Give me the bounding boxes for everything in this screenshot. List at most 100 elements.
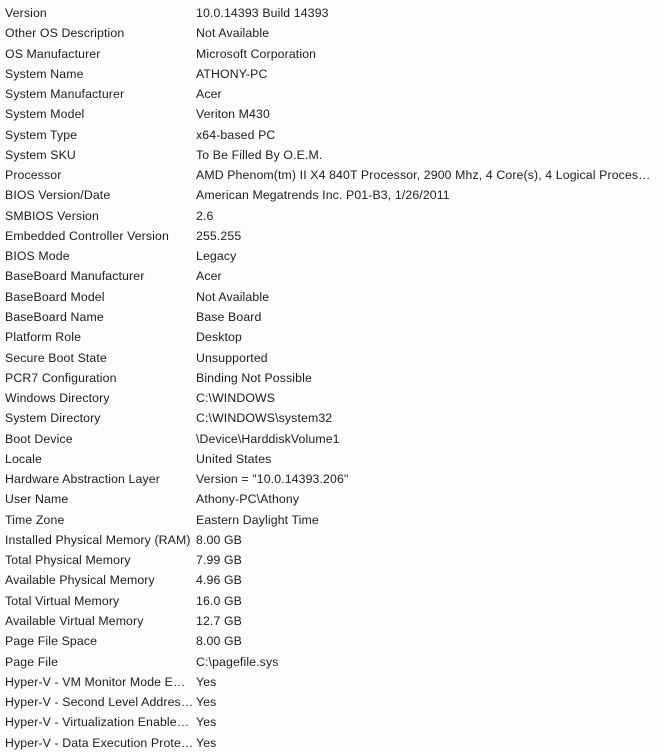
row-item-value: Acer — [196, 87, 222, 102]
row-item-value: Microsoft Corporation — [196, 46, 317, 61]
row-item-label: System Directory — [5, 411, 101, 426]
table-row[interactable]: Locale United States — [0, 449, 661, 469]
table-row[interactable]: Total Virtual Memory 16.0 GB — [0, 591, 661, 611]
row-item-label: System Type — [5, 127, 78, 142]
table-row[interactable]: Windows Directory C:\WINDOWS — [0, 388, 661, 408]
row-item-label: PCR7 Configuration — [5, 370, 117, 385]
row-item-value: AMD Phenom(tm) II X4 840T Processor, 290… — [196, 168, 651, 183]
row-item-value: C:\WINDOWS — [196, 391, 276, 406]
row-item-value: \Device\HarddiskVolume1 — [196, 431, 340, 446]
row-item-value: Version = "10.0.14393.206" — [196, 472, 349, 487]
row-item-value: C:\WINDOWS\system32 — [196, 411, 333, 426]
table-row[interactable]: User Name Athony-PC\Athony — [0, 489, 661, 509]
row-item-value: 2.6 — [196, 208, 214, 223]
row-item-value: Unsupported — [196, 350, 268, 365]
table-row[interactable]: BIOS Version/Date American Megatrends Inc… — [0, 185, 661, 205]
row-item-value: United States — [196, 451, 272, 466]
table-row[interactable]: Other OS Description Not Available — [0, 23, 661, 43]
row-item-label: System Name — [5, 66, 84, 81]
table-row[interactable]: System Model Veriton M430 — [0, 104, 661, 124]
row-item-value: 8.00 GB — [196, 532, 242, 547]
row-item-value: Yes — [196, 674, 217, 689]
table-row[interactable]: Processor AMD Phenom(tm) II X4 840T Proce… — [0, 165, 661, 185]
row-item-label: Time Zone — [5, 512, 65, 527]
table-row[interactable]: Installed Physical Memory (RAM) 8.00 GB — [0, 530, 661, 550]
row-item-label: BaseBoard Manufacturer — [5, 269, 145, 284]
row-item-label: Page File Space — [5, 634, 98, 649]
row-item-value: 4.96 GB — [196, 573, 242, 588]
row-item-value: 10.0.14393 Build 14393 — [196, 6, 329, 20]
row-item-label: Embedded Controller Version — [5, 228, 169, 243]
row-item-label: BaseBoard Model — [5, 289, 105, 304]
table-row[interactable]: BaseBoard Name Base Board — [0, 307, 661, 327]
table-row[interactable]: Time Zone Eastern Daylight Time — [0, 510, 661, 530]
row-item-label: Windows Directory — [5, 391, 110, 406]
table-row[interactable]: BIOS Mode Legacy — [0, 246, 661, 266]
row-item-label: System SKU — [5, 147, 76, 162]
row-item-value: 12.7 GB — [196, 613, 242, 628]
row-item-label: Boot Device — [5, 431, 73, 446]
row-item-label: Platform Role — [5, 330, 82, 345]
table-row[interactable]: BaseBoard Model Not Available — [0, 287, 661, 307]
table-row[interactable]: System Directory C:\WINDOWS\system32 — [0, 408, 661, 428]
table-row[interactable]: Version 10.0.14393 Build 14393 — [0, 3, 661, 23]
row-item-label: Hyper-V - Virtualization Enable… — [5, 715, 190, 730]
row-item-label: Locale — [5, 451, 42, 466]
row-item-value: Not Available — [196, 289, 270, 304]
row-item-value: Desktop — [196, 330, 242, 345]
table-row[interactable]: Page File Space 8.00 GB — [0, 631, 661, 651]
row-item-value: Binding Not Possible — [196, 370, 312, 385]
row-item-value: 8.00 GB — [196, 634, 242, 649]
table-row[interactable]: BaseBoard Manufacturer Acer — [0, 266, 661, 286]
table-row[interactable]: PCR7 Configuration Binding Not Possible — [0, 368, 661, 388]
table-row[interactable]: Hardware Abstraction Layer Version = "10.… — [0, 469, 661, 489]
row-item-label: Total Virtual Memory — [5, 593, 120, 608]
row-item-value: 7.99 GB — [196, 553, 242, 568]
row-item-value: x64-based PC — [196, 127, 276, 142]
row-item-value: C:\pagefile.sys — [196, 654, 279, 669]
row-item-value: Yes — [196, 715, 217, 730]
table-row[interactable]: Available Physical Memory 4.96 GB — [0, 570, 661, 590]
row-item-label: System Manufacturer — [5, 87, 125, 102]
row-item-value: Legacy — [196, 249, 237, 264]
row-item-label: OS Manufacturer — [5, 46, 101, 61]
row-item-label: Page File — [5, 654, 59, 669]
table-row[interactable]: System Name ATHONY-PC — [0, 64, 661, 84]
row-item-label: Processor — [5, 168, 62, 183]
row-item-label: System Model — [5, 107, 85, 122]
row-item-label: Available Virtual Memory — [5, 613, 144, 628]
row-item-value: ATHONY-PC — [196, 66, 268, 81]
table-row[interactable]: Total Physical Memory 7.99 GB — [0, 550, 661, 570]
row-item-value: American Megatrends Inc. P01-B3, 1/26/20… — [196, 188, 450, 203]
table-row[interactable]: Boot Device \Device\HarddiskVolume1 — [0, 429, 661, 449]
row-item-value: Base Board — [196, 309, 262, 324]
row-item-value: 255.255 — [196, 228, 242, 243]
row-item-label: Installed Physical Memory (RAM) — [5, 532, 191, 547]
table-row[interactable]: Secure Boot State Unsupported — [0, 348, 661, 368]
row-item-label: Hyper-V - VM Monitor Mode E… — [5, 674, 186, 689]
row-item-value: Eastern Daylight Time — [196, 512, 319, 527]
table-row[interactable]: System SKU To Be Filled By O.E.M. — [0, 145, 661, 165]
table-row[interactable]: System Manufacturer Acer — [0, 84, 661, 104]
table-row[interactable]: OS Manufacturer Microsoft Corporation — [0, 44, 661, 64]
row-item-label: BaseBoard Name — [5, 309, 104, 324]
table-row[interactable]: Page File C:\pagefile.sys — [0, 652, 661, 672]
row-item-label: Total Physical Memory — [5, 553, 131, 568]
table-row[interactable]: SMBIOS Version 2.6 — [0, 206, 661, 226]
row-item-label: Other OS Description — [5, 26, 125, 41]
row-item-label: Hardware Abstraction Layer — [5, 472, 160, 487]
table-row[interactable]: Embedded Controller Version 255.255 — [0, 226, 661, 246]
row-item-value: To Be Filled By O.E.M. — [196, 147, 323, 162]
table-row[interactable]: Hyper-V - VM Monitor Mode E… Yes — [0, 672, 661, 692]
system-information-list[interactable]: Version 10.0.14393 Build 14393 Other OS De… — [0, 0, 661, 750]
table-row[interactable]: System Type x64-based PC — [0, 125, 661, 145]
row-item-label: Version — [5, 6, 47, 20]
row-item-value: Yes — [196, 695, 217, 710]
row-item-value: Veriton M430 — [196, 107, 270, 122]
table-row[interactable]: Platform Role Desktop — [0, 327, 661, 347]
table-row[interactable]: Hyper-V - Virtualization Enable… Yes — [0, 712, 661, 732]
table-row[interactable]: Hyper-V - Second Level Addres… Yes — [0, 692, 661, 712]
table-row[interactable]: Available Virtual Memory 12.7 GB — [0, 611, 661, 631]
row-item-label: Available Physical Memory — [5, 573, 155, 588]
row-item-label: BIOS Version/Date — [5, 188, 111, 203]
